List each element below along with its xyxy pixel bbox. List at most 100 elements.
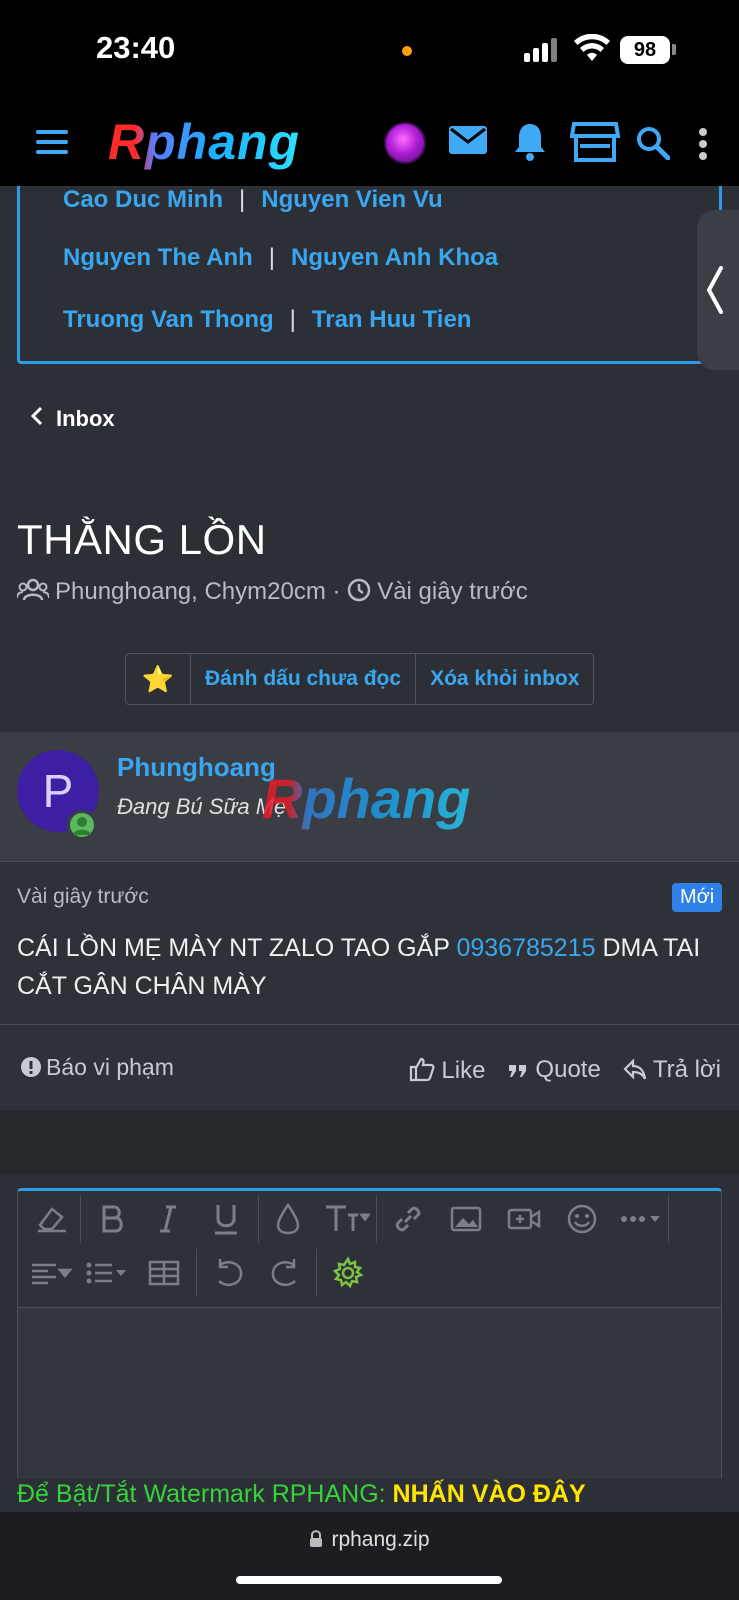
featured-members-box: Cao Duc Minh | Nguyen Vien Vu Nguyen The A…	[17, 186, 722, 364]
quote-icon	[509, 1065, 527, 1077]
member-link[interactable]: Nguyen Vien Vu	[261, 186, 442, 213]
member-link[interactable]: Tran Huu Tien	[312, 306, 472, 333]
watermark-logo: Rphang	[262, 767, 471, 830]
redo-icon[interactable]	[268, 1255, 304, 1291]
status-bar: 23:40 98	[0, 0, 739, 100]
align-icon[interactable]	[28, 1255, 74, 1291]
battery-level: 98	[620, 36, 670, 64]
status-time: 23:40	[96, 30, 176, 65]
url-text: rphang.zip	[331, 1528, 430, 1551]
watermark-toggle: Để Bật/Tắt Watermark RPHANG: NHẤN VÀO ĐÂ…	[17, 1480, 586, 1509]
table-icon[interactable]	[146, 1255, 182, 1291]
thumbs-up-icon	[410, 1057, 435, 1082]
new-badge: Mới	[672, 883, 723, 912]
editor-toolbar-row	[18, 1245, 721, 1297]
lock-icon	[310, 1530, 323, 1547]
image-icon[interactable]	[448, 1201, 484, 1237]
reaction-actions: Like Quote Trả lời	[409, 1056, 721, 1085]
chevron-left-icon	[30, 406, 43, 426]
message-username[interactable]: Phunghoang	[117, 752, 276, 783]
undo-icon[interactable]	[210, 1255, 246, 1291]
video-icon[interactable]	[506, 1201, 542, 1237]
thread-actions: ⭐ Đánh dấu chưa đọc Xóa khỏi inbox	[125, 653, 595, 705]
list-icon[interactable]	[84, 1255, 130, 1291]
meta-separator: ·	[332, 578, 341, 605]
more-options-icon[interactable]	[618, 1201, 664, 1237]
account-avatar[interactable]	[384, 122, 426, 164]
toolbar-separator	[316, 1249, 317, 1297]
font-size-icon[interactable]	[324, 1201, 370, 1237]
reply-editor	[17, 1188, 722, 1479]
quote-label: Quote	[535, 1056, 601, 1083]
link-icon[interactable]	[390, 1201, 426, 1237]
emoji-icon[interactable]	[564, 1201, 600, 1237]
cellular-signal-icon	[524, 38, 560, 62]
online-status-icon	[67, 810, 97, 840]
underline-icon[interactable]	[208, 1201, 244, 1237]
watermark-toggle-link[interactable]: NHẤN VÀO ĐÂY	[393, 1480, 586, 1508]
member-link[interactable]: Cao Duc Minh	[63, 186, 223, 213]
bold-icon[interactable]	[94, 1201, 130, 1237]
sidebar-pull-tab[interactable]	[697, 210, 739, 370]
message-body: Vài giây trước Mới CÁI LỒN MẸ MÀY NT ZAL…	[0, 863, 739, 1025]
report-label: Báo vi phạm	[46, 1054, 174, 1080]
settings-gear-icon[interactable]	[330, 1255, 366, 1291]
breadcrumb[interactable]: Inbox	[30, 406, 115, 432]
text-color-icon[interactable]	[270, 1201, 306, 1237]
watermark-toggle-label: Để Bật/Tắt Watermark RPHANG:	[17, 1480, 393, 1508]
reply-button[interactable]: Trả lời	[623, 1056, 721, 1085]
separator: |	[239, 186, 246, 213]
clock-icon	[347, 578, 371, 602]
message-text-part: CÁI LỒN MẸ MÀY NT ZALO TAO GẮP	[17, 934, 457, 962]
members-row: Nguyen The Anh | Nguyen Anh Khoa	[63, 244, 498, 272]
browser-address-bar[interactable]: rphang.zip	[0, 1512, 739, 1600]
reply-icon	[623, 1058, 646, 1080]
toolbar-separator	[668, 1195, 669, 1243]
message-text: CÁI LỒN MẸ MÀY NT ZALO TAO GẮP 093678521…	[17, 929, 722, 1005]
phone-link[interactable]: 0936785215	[456, 934, 595, 962]
editor-toolbar-row	[18, 1191, 721, 1243]
search-icon[interactable]	[636, 126, 670, 160]
remove-from-inbox-button[interactable]: Xóa khỏi inbox	[415, 654, 593, 704]
menu-icon[interactable]	[36, 130, 68, 154]
more-options-icon[interactable]	[698, 128, 708, 160]
member-link[interactable]: Nguyen Anh Khoa	[291, 244, 498, 271]
message-footer: Báo vi phạm Like Quote Trả lời	[0, 1026, 739, 1110]
italic-icon[interactable]	[150, 1201, 186, 1237]
report-button[interactable]: Báo vi phạm	[20, 1054, 174, 1081]
home-indicator[interactable]	[236, 1576, 502, 1584]
members-row: Cao Duc Minh | Nguyen Vien Vu	[63, 186, 443, 214]
member-link[interactable]: Nguyen The Anh	[63, 244, 253, 271]
inbox-mail-icon[interactable]	[448, 124, 488, 156]
user-icon	[73, 817, 91, 835]
like-label: Like	[441, 1057, 486, 1084]
store-icon[interactable]	[570, 120, 620, 164]
alert-icon	[21, 1057, 41, 1077]
member-link[interactable]: Truong Van Thong	[63, 306, 274, 333]
message-header: P Phunghoang Đang Bú Sữa Mẹ Rphang	[0, 732, 739, 862]
toolbar-separator	[376, 1195, 377, 1243]
url-display[interactable]: rphang.zip	[0, 1528, 739, 1552]
star-button[interactable]: ⭐	[126, 654, 190, 704]
user-title: Đang Bú Sữa Mẹ	[117, 794, 287, 819]
quote-button[interactable]: Quote	[507, 1056, 601, 1085]
thread-time: Vài giây trước	[377, 578, 528, 605]
mark-unread-button[interactable]: Đánh dấu chưa đọc	[190, 654, 415, 704]
page-title: THẰNG LỒN	[17, 516, 267, 563]
chevron-left-icon	[706, 266, 723, 314]
like-button[interactable]: Like	[409, 1056, 485, 1085]
breadcrumb-label: Inbox	[56, 406, 115, 431]
clear-format-icon[interactable]	[34, 1201, 70, 1237]
site-logo[interactable]: Rphang	[108, 114, 300, 170]
message-input[interactable]	[18, 1307, 721, 1479]
separator: |	[289, 306, 296, 333]
toolbar-separator	[80, 1195, 81, 1243]
app-header: Rphang	[0, 100, 739, 186]
message-time[interactable]: Vài giây trước	[17, 885, 149, 909]
participants-icon	[16, 578, 50, 601]
participants[interactable]: Phunghoang, Chym20cm	[55, 578, 326, 605]
notifications-bell-icon[interactable]	[512, 122, 548, 162]
separator: |	[268, 244, 276, 271]
members-row: Truong Van Thong | Tran Huu Tien	[63, 306, 471, 334]
reply-label: Trả lời	[652, 1056, 721, 1083]
